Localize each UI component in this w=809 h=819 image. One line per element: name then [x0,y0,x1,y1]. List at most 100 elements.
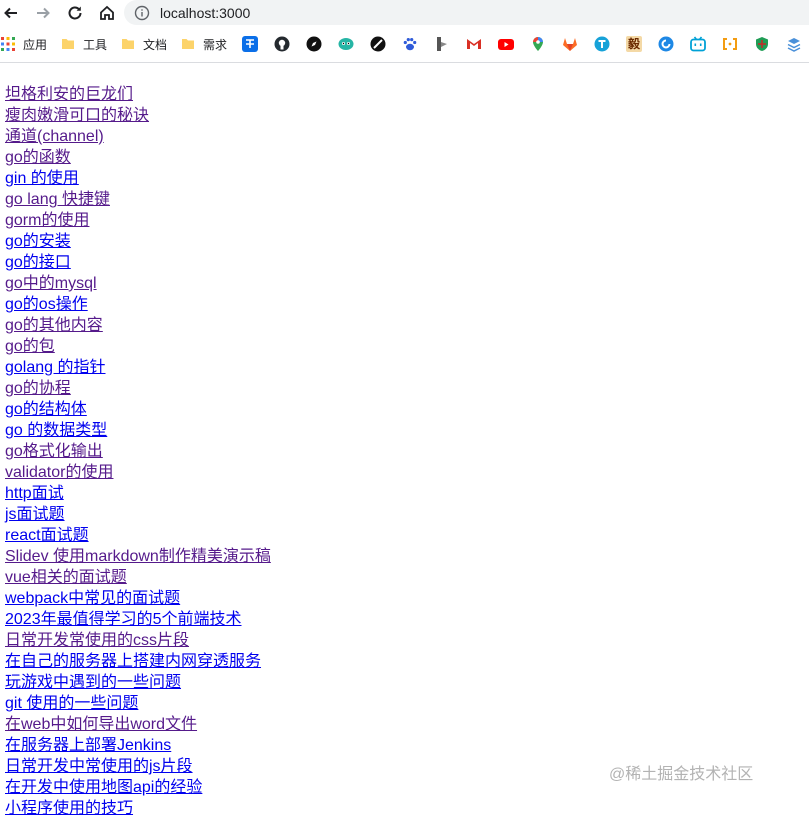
gitlab-icon [562,36,578,52]
watermark: @稀土掘金技术社区 [609,766,754,783]
address-bar[interactable]: localhost:3000 [124,0,809,25]
home-icon [100,5,114,20]
bookmark-label: 工具 [83,37,108,52]
article-link[interactable]: go格式化输出 [5,441,271,462]
github-icon [274,36,290,52]
bookmark-youtube[interactable] [489,32,521,56]
article-link[interactable]: 在web中如何导出word文件 [5,714,271,735]
bookmark-compass[interactable] [297,32,329,56]
bracket-icon [722,36,738,52]
paw-icon [402,36,418,52]
bookmarks-bar: 应用 工具 文档 需求 毅 [0,30,809,58]
article-link[interactable]: js面试题 [5,504,271,525]
translate-icon [594,36,610,52]
bookmark-bilibili[interactable] [681,32,713,56]
article-link[interactable]: 在服务器上部署Jenkins [5,735,271,756]
article-link[interactable]: go的其他内容 [5,315,271,336]
article-link[interactable]: webpack中常见的面试题 [5,588,271,609]
bookmark-swirl[interactable] [649,32,681,56]
chinese-character-icon: 毅 [626,36,643,52]
gmail-icon [466,36,482,52]
toolbar-divider [0,62,809,63]
bookmark-gitlab[interactable] [553,32,585,56]
bookmark-zhihu[interactable] [233,32,265,56]
bookmark-gmail[interactable] [457,32,489,56]
article-link[interactable]: http面试 [5,483,271,504]
bookmark-translate[interactable] [585,32,617,56]
home-button[interactable] [96,2,118,24]
reload-button[interactable] [64,2,86,24]
youtube-icon [498,36,515,52]
back-button[interactable] [0,2,22,24]
lightning-icon [434,36,450,52]
bookmark-folder-docs[interactable]: 文档 [113,32,173,56]
article-link[interactable]: go中的mysql [5,273,271,294]
bilibili-icon [690,36,706,52]
mascot-icon [338,36,354,52]
article-link[interactable]: Slidev 使用markdown制作精美演示稿 [5,546,271,567]
maps-pin-icon [530,36,546,52]
article-link[interactable]: vue相关的面试题 [5,567,271,588]
article-link[interactable]: validator的使用 [5,462,271,483]
article-link[interactable]: go的安装 [5,231,271,252]
article-link[interactable]: 坦格利安的巨龙们 [5,84,271,105]
article-link[interactable]: react面试题 [5,525,271,546]
article-link-list: 坦格利安的巨龙们 瘦肉嫩滑可口的秘诀 通道(channel) go的函数 gin 的使用… [5,84,271,819]
article-link[interactable]: 2023年最值得学习的5个前端技术 [5,609,271,630]
bookmark-shield[interactable] [745,32,777,56]
back-arrow-icon [4,7,17,19]
compass-icon [306,36,322,52]
bookmark-blocked[interactable] [361,32,393,56]
bookmark-folder-tools[interactable]: 工具 [53,32,113,56]
site-info-icon[interactable] [134,5,150,21]
bookmark-maps[interactable] [521,32,553,56]
folder-icon [180,36,196,52]
url-text[interactable]: localhost:3000 [160,5,250,21]
bookmark-mascot[interactable] [329,32,361,56]
bookmark-label: 应用 [23,37,48,52]
swirl-icon [658,36,674,52]
shield-green-icon [754,36,770,52]
article-link[interactable]: gorm的使用 [5,210,271,231]
article-link[interactable]: 日常开发常使用的css片段 [5,630,271,651]
bookmark-label: 需求 [203,37,228,52]
article-link[interactable]: go的包 [5,336,271,357]
article-link[interactable]: go的协程 [5,378,271,399]
browser-toolbar: localhost:3000 [0,0,809,26]
article-link[interactable]: git 使用的一些问题 [5,693,271,714]
forward-button[interactable] [32,2,54,24]
stack-icon [786,36,802,52]
bookmark-apps[interactable]: 应用 [0,32,53,56]
bookmark-paw[interactable] [393,32,425,56]
article-link[interactable]: 在自己的服务器上搭建内网穿透服务 [5,651,271,672]
bookmark-bracket[interactable] [713,32,745,56]
bookmark-stack[interactable] [777,32,809,56]
article-link[interactable]: go 的数据类型 [5,420,271,441]
article-link[interactable]: 小程序使用的技巧 [5,798,271,819]
article-link[interactable]: go的结构体 [5,399,271,420]
article-link[interactable]: 玩游戏中遇到的一些问题 [5,672,271,693]
apps-grid-icon [0,36,16,52]
reload-icon [68,6,82,20]
forward-arrow-icon [37,7,50,19]
bookmark-lightning[interactable] [425,32,457,56]
bookmark-folder-requirements[interactable]: 需求 [173,32,233,56]
bookmark-github[interactable] [265,32,297,56]
blocked-circle-icon [370,36,386,52]
article-link[interactable]: 通道(channel) [5,126,271,147]
article-link[interactable]: go的os操作 [5,294,271,315]
folder-icon [60,36,76,52]
folder-icon [120,36,136,52]
article-link[interactable]: golang 的指针 [5,357,271,378]
article-link[interactable]: gin 的使用 [5,168,271,189]
bookmark-character-label: 毅 [628,37,641,51]
bookmark-label: 文档 [143,37,168,52]
article-link[interactable]: 在开发中使用地图api的经验 [5,777,271,798]
article-link[interactable]: go的接口 [5,252,271,273]
article-link[interactable]: 瘦肉嫩滑可口的秘诀 [5,105,271,126]
zhihu-icon [242,36,259,52]
article-link[interactable]: go的函数 [5,147,271,168]
article-link[interactable]: 日常开发中常使用的js片段 [5,756,271,777]
bookmark-character[interactable]: 毅 [617,32,649,56]
article-link[interactable]: go lang 快捷键 [5,189,271,210]
